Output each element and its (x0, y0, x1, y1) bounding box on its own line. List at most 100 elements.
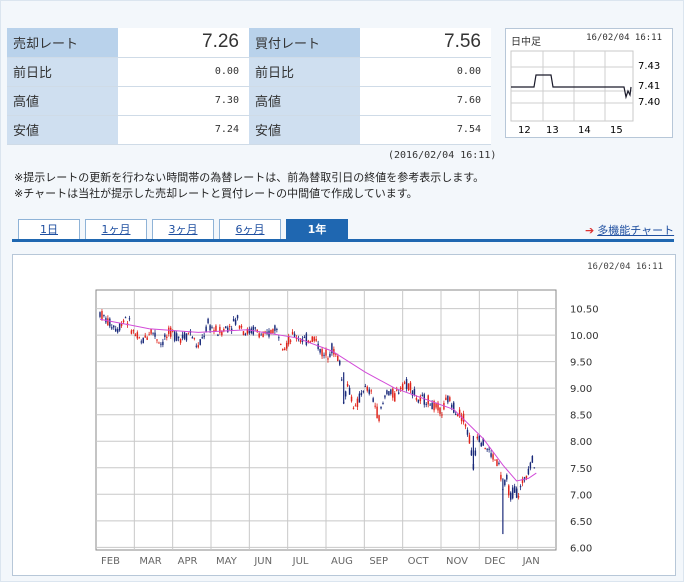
candle-body (177, 336, 180, 339)
candle-body (242, 331, 245, 336)
candle-body (480, 442, 482, 447)
mini-chart-label: 日中足 (511, 37, 541, 48)
candle-body (447, 395, 449, 403)
candle-body (291, 331, 294, 335)
buy-change-value: 0.00 (359, 57, 491, 87)
sell-low-value: 7.24 (117, 115, 249, 145)
candle-body (421, 394, 424, 396)
candle-body (329, 353, 331, 357)
candle-body (344, 391, 347, 397)
candle-body (299, 340, 302, 343)
candle-body (203, 335, 205, 338)
buy-rate-label: 買付レート (248, 28, 360, 58)
candle-body (280, 344, 282, 346)
candle-body (323, 354, 325, 356)
tab-3-months[interactable]: 3ヶ月 (152, 219, 214, 240)
buy-low-value: 7.54 (359, 115, 491, 145)
table-row: 高値 7.30 高値 7.60 (7, 86, 491, 116)
candle-body (399, 387, 402, 390)
tab-1-month[interactable]: 1ヶ月 (85, 219, 147, 240)
x-tick-label: FEB (101, 556, 120, 567)
candle-body (215, 325, 217, 332)
y-tick-label: 10.00 (570, 331, 599, 342)
multi-function-chart-link[interactable]: ➔ 多機能チャート (585, 222, 674, 238)
candle-body (327, 358, 329, 360)
candle-body (225, 326, 227, 329)
candle-body (517, 496, 520, 498)
candle-body (227, 327, 229, 333)
yearly-candlestick-chart: 6.00 6.50 7.00 7.50 8.00 8.50 9.00 9.50 10.00 10.… (95, 289, 599, 567)
x-tick-label: JUL (292, 556, 309, 567)
candle-body (533, 467, 536, 469)
x-tick-label: OCT (408, 556, 430, 567)
y-tick-label: 6.00 (570, 543, 592, 554)
candle-body (337, 355, 339, 362)
candle-body (305, 333, 308, 345)
candle-body (116, 329, 119, 333)
candle-body (140, 341, 143, 343)
candle-body (191, 337, 194, 339)
candle-body (413, 389, 416, 396)
candle-body (150, 328, 152, 334)
rate-timestamp: (2016/02/04 16:11) (388, 150, 497, 161)
candle-body (346, 384, 349, 387)
candle-body (238, 325, 241, 329)
table-row: 安値 7.24 安値 7.54 (7, 115, 491, 145)
candle-body (128, 318, 131, 320)
candle-body (325, 349, 327, 356)
sell-rate-label: 売却レート (7, 28, 118, 58)
candle-body (282, 349, 284, 351)
candle-body (101, 311, 103, 320)
candle-body (435, 403, 437, 408)
candle-body (405, 378, 408, 390)
candle-body (509, 492, 512, 500)
candle-body (181, 334, 184, 339)
candle-body (162, 341, 164, 346)
candle-body (313, 337, 315, 341)
y-tick-label: 8.50 (570, 411, 592, 422)
candle-body (401, 384, 404, 391)
buy-low-label: 安値 (248, 115, 360, 145)
sell-high-label: 高値 (7, 86, 118, 116)
tab-6-months[interactable]: 6ヶ月 (219, 219, 281, 240)
sell-rate-value: 7.26 (117, 28, 249, 58)
candle-body (506, 474, 508, 480)
tab-1-year[interactable]: 1年 (286, 219, 348, 240)
y-tick-label: 8.00 (570, 437, 592, 448)
candle-body (454, 413, 457, 415)
candle-body (500, 474, 502, 480)
candle-body (519, 486, 522, 488)
candle-body (124, 317, 127, 319)
mini-chart-datetime: 16/02/04 16:11 (586, 33, 662, 43)
candle-body (364, 386, 367, 388)
candle-body (358, 393, 361, 403)
candle-body (513, 486, 516, 493)
candle-body (164, 334, 166, 337)
candle-body (187, 333, 190, 335)
candle-body (278, 337, 280, 339)
candle-body (511, 487, 514, 499)
mini-y-tick: 7.43 (638, 61, 660, 72)
candle-body (386, 390, 388, 395)
candle-body (339, 360, 341, 365)
sell-high-value: 7.30 (117, 86, 249, 116)
candle-body (527, 468, 530, 475)
candle-body (429, 404, 431, 406)
candle-body (199, 339, 201, 345)
candle-body (132, 330, 135, 332)
candle-body (311, 336, 313, 342)
candle-body (525, 475, 528, 479)
tab-1-day[interactable]: 1日 (18, 219, 80, 240)
candle-body (183, 332, 186, 339)
x-tick-label: JUN (253, 556, 272, 567)
candle-body (374, 405, 376, 407)
candle-body (118, 323, 121, 331)
candle-body (366, 386, 369, 391)
candle-body (258, 333, 260, 338)
candle-body (378, 415, 380, 421)
arrow-right-icon: ➔ (585, 224, 595, 237)
buy-high-label: 高値 (248, 86, 360, 116)
buy-high-value: 7.60 (359, 86, 491, 116)
mini-y-tick: 7.41 (638, 81, 660, 92)
candle-body (468, 435, 471, 444)
